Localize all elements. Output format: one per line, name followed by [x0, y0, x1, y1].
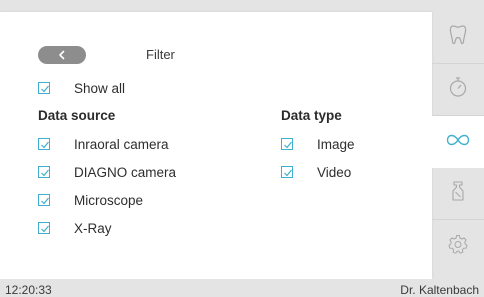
type-label: Image: [317, 136, 355, 152]
screen: Filter Show all Data source Inraoral cam…: [0, 0, 484, 297]
sidebar-item-treatment[interactable]: [432, 12, 484, 64]
status-bar: 12:20:33 Dr. Kaltenbach: [0, 279, 484, 297]
source-label: Microscope: [74, 192, 144, 208]
show-all-option[interactable]: Show all: [38, 79, 125, 97]
source-label: Inraoral camera: [74, 136, 169, 152]
tooth-icon: [449, 24, 467, 51]
type-checkbox[interactable]: [281, 138, 293, 150]
sidebar: [432, 12, 484, 279]
cleaning-bottle-icon: [450, 180, 466, 207]
type-checkbox[interactable]: [281, 166, 293, 178]
source-option-inraoral-camera[interactable]: Inraoral camera: [38, 135, 169, 153]
filter-panel: Filter Show all Data source Inraoral cam…: [0, 12, 432, 279]
source-label: DIAGNO camera: [74, 164, 177, 180]
status-user: Dr. Kaltenbach: [400, 283, 479, 297]
source-checkbox[interactable]: [38, 166, 50, 178]
timer-icon: [448, 76, 468, 103]
type-option-image[interactable]: Image: [281, 135, 355, 153]
infinity-icon: [446, 133, 470, 152]
sidebar-item-hygiene[interactable]: [432, 168, 484, 220]
checkmark-icon: [41, 197, 49, 205]
source-checkbox[interactable]: [38, 138, 50, 150]
data-source-heading: Data source: [38, 108, 116, 123]
data-type-heading: Data type: [281, 108, 342, 123]
show-all-checkbox[interactable]: [38, 82, 50, 94]
status-time: 12:20:33: [5, 283, 52, 297]
type-option-video[interactable]: Video: [281, 163, 351, 181]
checkmark-icon: [284, 169, 292, 177]
source-option-microscope[interactable]: Microscope: [38, 191, 143, 209]
checkmark-icon: [41, 85, 49, 93]
checkmark-icon: [41, 169, 49, 177]
source-checkbox[interactable]: [38, 222, 50, 234]
sidebar-item-media[interactable]: [432, 116, 484, 168]
source-checkbox[interactable]: [38, 194, 50, 206]
source-option-x-ray[interactable]: X-Ray: [38, 219, 112, 237]
gear-icon: [448, 234, 468, 259]
checkmark-icon: [41, 141, 49, 149]
source-label: X-Ray: [74, 220, 112, 236]
checkmark-icon: [284, 141, 292, 149]
sidebar-item-settings[interactable]: [432, 220, 484, 272]
page-title: Filter: [146, 47, 175, 62]
chevron-left-icon: [58, 48, 66, 63]
checkmark-icon: [41, 225, 49, 233]
source-option-diagno-camera[interactable]: DIAGNO camera: [38, 163, 176, 181]
sidebar-item-timer[interactable]: [432, 64, 484, 116]
back-button[interactable]: [38, 46, 86, 64]
show-all-label: Show all: [74, 80, 126, 96]
type-label: Video: [317, 164, 352, 180]
